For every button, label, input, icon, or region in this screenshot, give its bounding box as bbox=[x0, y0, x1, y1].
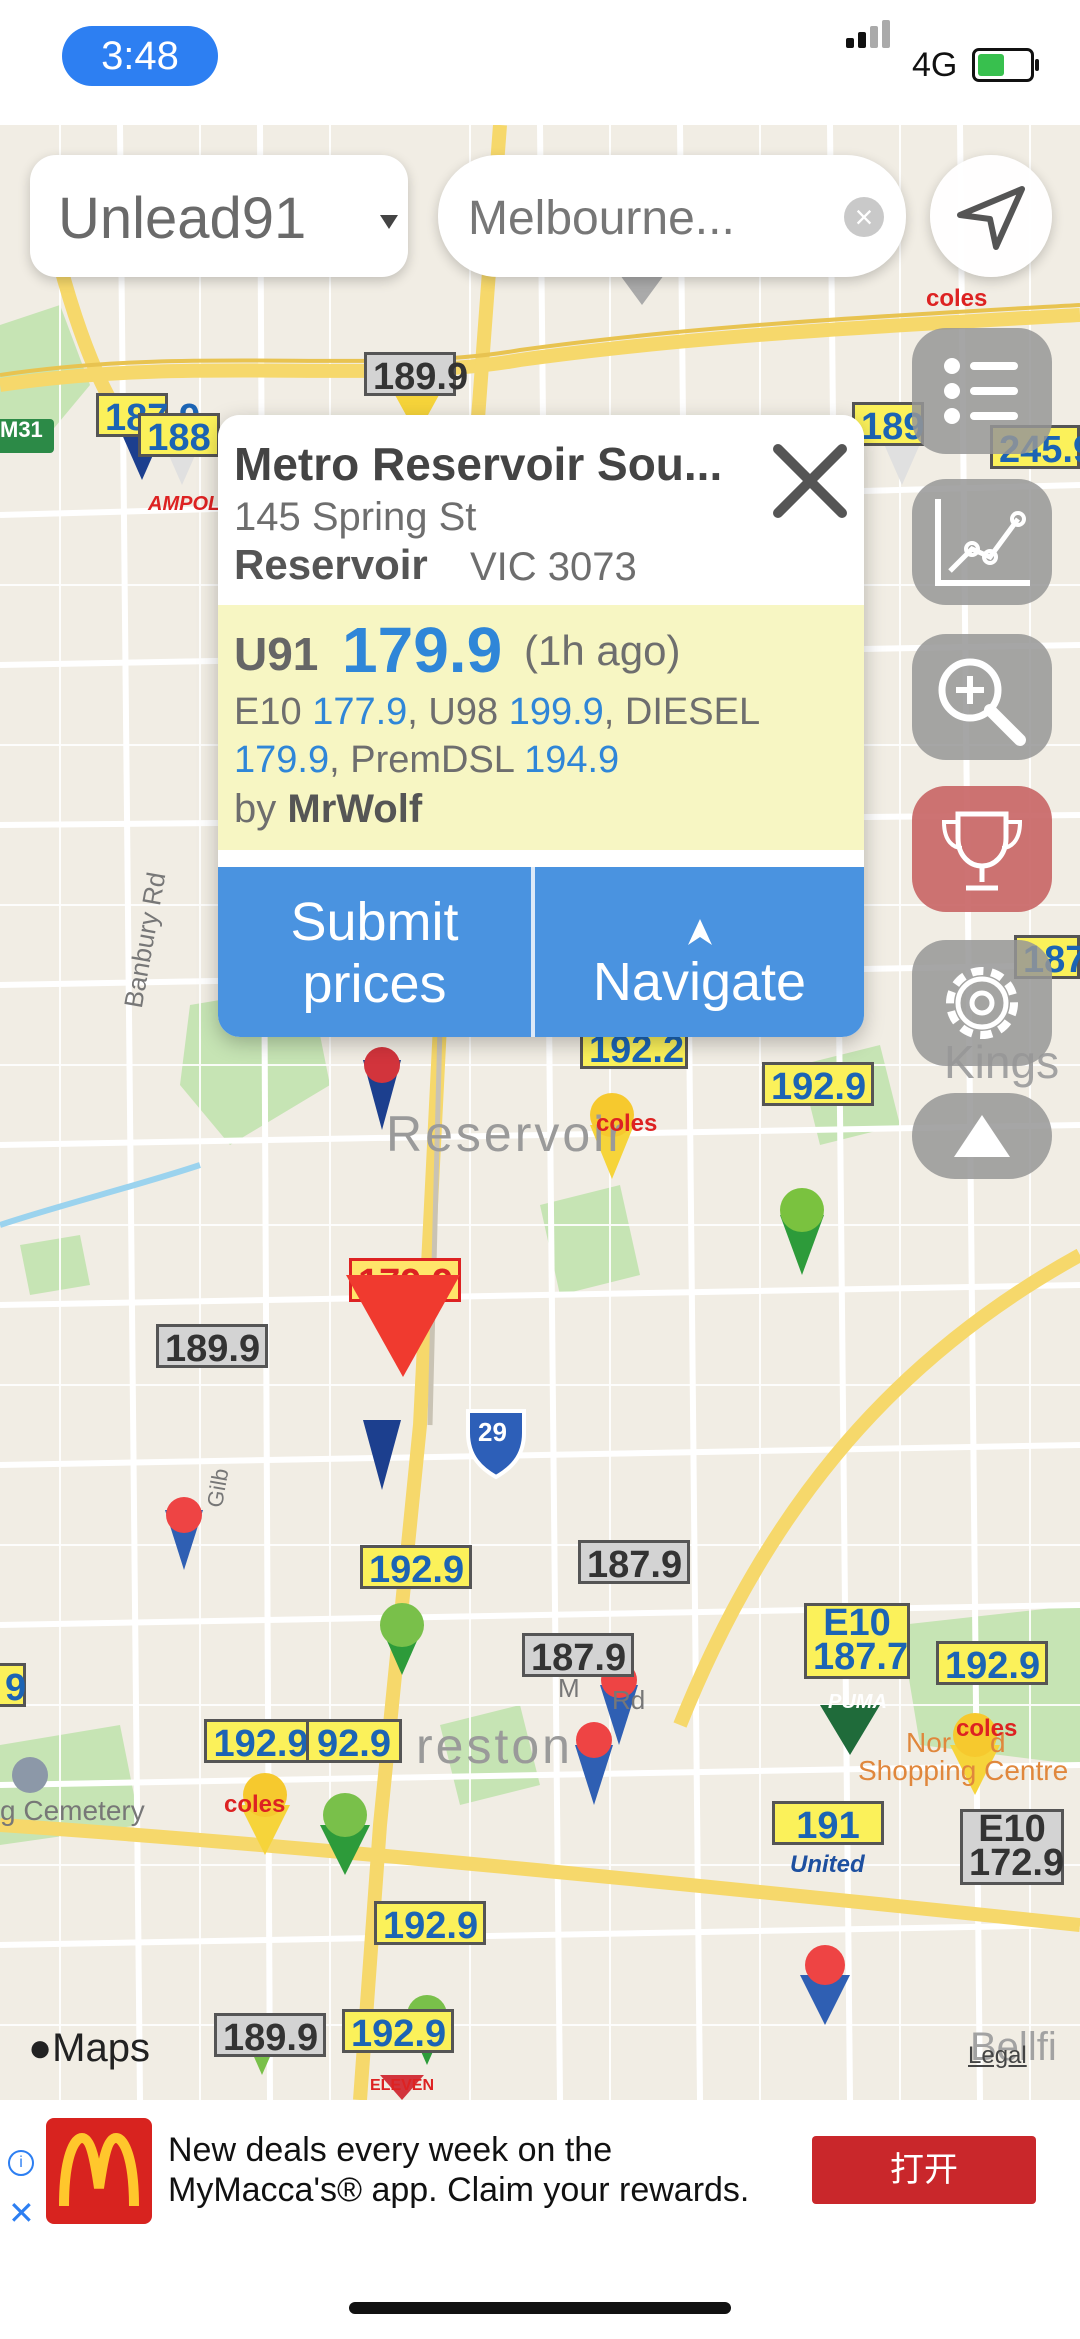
selected-marker-arrow bbox=[346, 1275, 460, 1377]
price-tag[interactable]: 192.9 bbox=[762, 1062, 874, 1108]
price-tag[interactable]: 192.9 bbox=[374, 1901, 486, 1947]
battery-icon bbox=[972, 48, 1039, 82]
fuel-label: DIESEL bbox=[624, 691, 761, 733]
settings-button[interactable] bbox=[912, 940, 1052, 1066]
price-tag[interactable]: 9 bbox=[0, 1663, 26, 1709]
zoom-button[interactable] bbox=[912, 634, 1052, 760]
submit-prices-button[interactable]: Submit prices bbox=[218, 867, 531, 1037]
brand-puma: PUMA bbox=[828, 1691, 887, 1713]
apple-icon: ● bbox=[28, 2026, 53, 2070]
info-icon[interactable]: i bbox=[8, 2150, 34, 2176]
popup-header: Metro Reservoir Sou... 145 Spring St Res… bbox=[218, 415, 864, 605]
list-icon bbox=[944, 358, 1018, 424]
status-time[interactable]: 3:48 bbox=[62, 26, 218, 86]
zoom-in-icon bbox=[938, 658, 1026, 746]
station-street: 145 Spring St bbox=[234, 495, 477, 539]
other-prices-line-2: 179.9, PremDSL 194.9 bbox=[234, 739, 620, 781]
list-button[interactable] bbox=[912, 328, 1052, 454]
brand-eleven: ELEVEN bbox=[370, 2077, 435, 2094]
price-tag[interactable]: 192.9 bbox=[204, 1719, 318, 1765]
selected-price: 179.9 bbox=[342, 614, 503, 686]
fuel-type-selector[interactable]: Unlead91 bbox=[30, 155, 408, 277]
chevron-down-icon bbox=[380, 215, 398, 229]
fuel-value: 177.9 bbox=[312, 691, 408, 733]
selected-fuel: U91 bbox=[234, 628, 319, 680]
ad-text: New deals every week on the MyMacca's® a… bbox=[168, 2131, 750, 2209]
submitted-by: by MrWolf bbox=[234, 787, 423, 831]
chart-icon bbox=[935, 499, 1030, 586]
price-tag[interactable]: 192.9 bbox=[342, 2009, 454, 2055]
fuel-type-label: Unlead91 bbox=[58, 186, 307, 251]
price-tag[interactable]: 191 bbox=[772, 1801, 884, 1847]
label-preston: reston bbox=[416, 1718, 573, 1774]
brand-coles: coles bbox=[926, 285, 988, 312]
brand-coles: coles bbox=[596, 1110, 658, 1137]
price-tag[interactable]: E10 187.7 bbox=[804, 1603, 910, 1679]
close-ad-icon[interactable]: ✕ bbox=[8, 2194, 35, 2232]
brand-coles: coles bbox=[224, 1791, 286, 1818]
station-state: VIC 3073 bbox=[470, 545, 637, 589]
trophy-icon bbox=[941, 811, 1023, 891]
clear-icon[interactable]: × bbox=[844, 197, 884, 237]
price-tag[interactable]: 189.9 bbox=[156, 1324, 268, 1370]
apple-maps-attribution: ●Maps bbox=[28, 2026, 150, 2070]
label-rd: Rd bbox=[612, 1685, 646, 1715]
other-prices-line-1: E10 177.9, U98 199.9, DIESEL bbox=[234, 691, 761, 733]
label-cemetery: g Cemetery bbox=[0, 1795, 145, 1826]
locate-button[interactable] bbox=[930, 155, 1052, 277]
station-suburb: Reservoir bbox=[234, 541, 428, 588]
label-shopping: Shopping Centre bbox=[858, 1755, 1069, 1786]
price-tag[interactable]: 188 bbox=[138, 413, 220, 459]
price-tag[interactable]: 192.9 bbox=[936, 1641, 1048, 1687]
price-tag[interactable]: E10 172.9 bbox=[960, 1809, 1064, 1885]
submitter-name: MrWolf bbox=[287, 787, 423, 831]
legal-link[interactable]: Legal bbox=[968, 2042, 1027, 2070]
fuel-label: E10 bbox=[234, 691, 302, 733]
mcdonalds-logo bbox=[46, 2118, 152, 2224]
popup-actions: Submit prices Navigate bbox=[218, 867, 864, 1037]
price-tag[interactable]: 189.9 bbox=[214, 2013, 326, 2059]
trends-button[interactable] bbox=[912, 479, 1052, 605]
station-name: Metro Reservoir Sou... bbox=[234, 438, 723, 490]
chevron-up-icon bbox=[954, 1115, 1010, 1157]
route-29-label: 29 bbox=[478, 1417, 507, 1447]
brand-ampol: AMPOL bbox=[148, 493, 221, 515]
location-search[interactable]: Melbourne... × bbox=[438, 155, 906, 277]
fuel-value: 179.9 bbox=[234, 739, 330, 781]
navigate-arrow-icon bbox=[688, 919, 712, 945]
leaderboard-button[interactable] bbox=[912, 786, 1052, 912]
fuel-value: 194.9 bbox=[524, 739, 620, 781]
price-tag[interactable]: 187.9 bbox=[522, 1633, 634, 1679]
fuel-label: U98 bbox=[428, 691, 499, 733]
m31-label: M31 bbox=[0, 417, 43, 442]
fuel-value: 199.9 bbox=[508, 691, 604, 733]
gear-icon bbox=[946, 967, 1018, 1039]
fuel-label: PremDSL bbox=[350, 739, 514, 781]
collapse-button[interactable] bbox=[912, 1093, 1052, 1179]
price-tag[interactable]: 192.9 bbox=[360, 1545, 472, 1591]
navigate-button[interactable]: Navigate bbox=[535, 867, 864, 1037]
home-indicator[interactable] bbox=[349, 2302, 731, 2314]
price-age: (1h ago) bbox=[524, 627, 681, 674]
network-label: 4G bbox=[912, 46, 958, 84]
price-tag[interactable]: 189.9 bbox=[364, 352, 468, 398]
search-input[interactable]: Melbourne... bbox=[468, 191, 735, 246]
price-tag[interactable]: 92.9 bbox=[306, 1719, 402, 1765]
brand-coles: coles bbox=[956, 1715, 1018, 1742]
popup-prices: U91 179.9 (1h ago) E10 177.9, U98 199.9,… bbox=[218, 605, 864, 850]
ad-open-button[interactable]: 打开 bbox=[812, 2136, 1036, 2204]
price-tag[interactable]: 187.9 bbox=[578, 1540, 690, 1586]
status-bar: 3:48 4G bbox=[0, 0, 1080, 125]
brand-united: United bbox=[790, 1851, 865, 1878]
location-arrow-icon bbox=[957, 186, 1025, 250]
station-popup[interactable]: Metro Reservoir Sou... 145 Spring St Res… bbox=[218, 415, 864, 1037]
label-reservoir: Reservoir bbox=[386, 1106, 627, 1162]
close-icon[interactable] bbox=[764, 435, 856, 527]
